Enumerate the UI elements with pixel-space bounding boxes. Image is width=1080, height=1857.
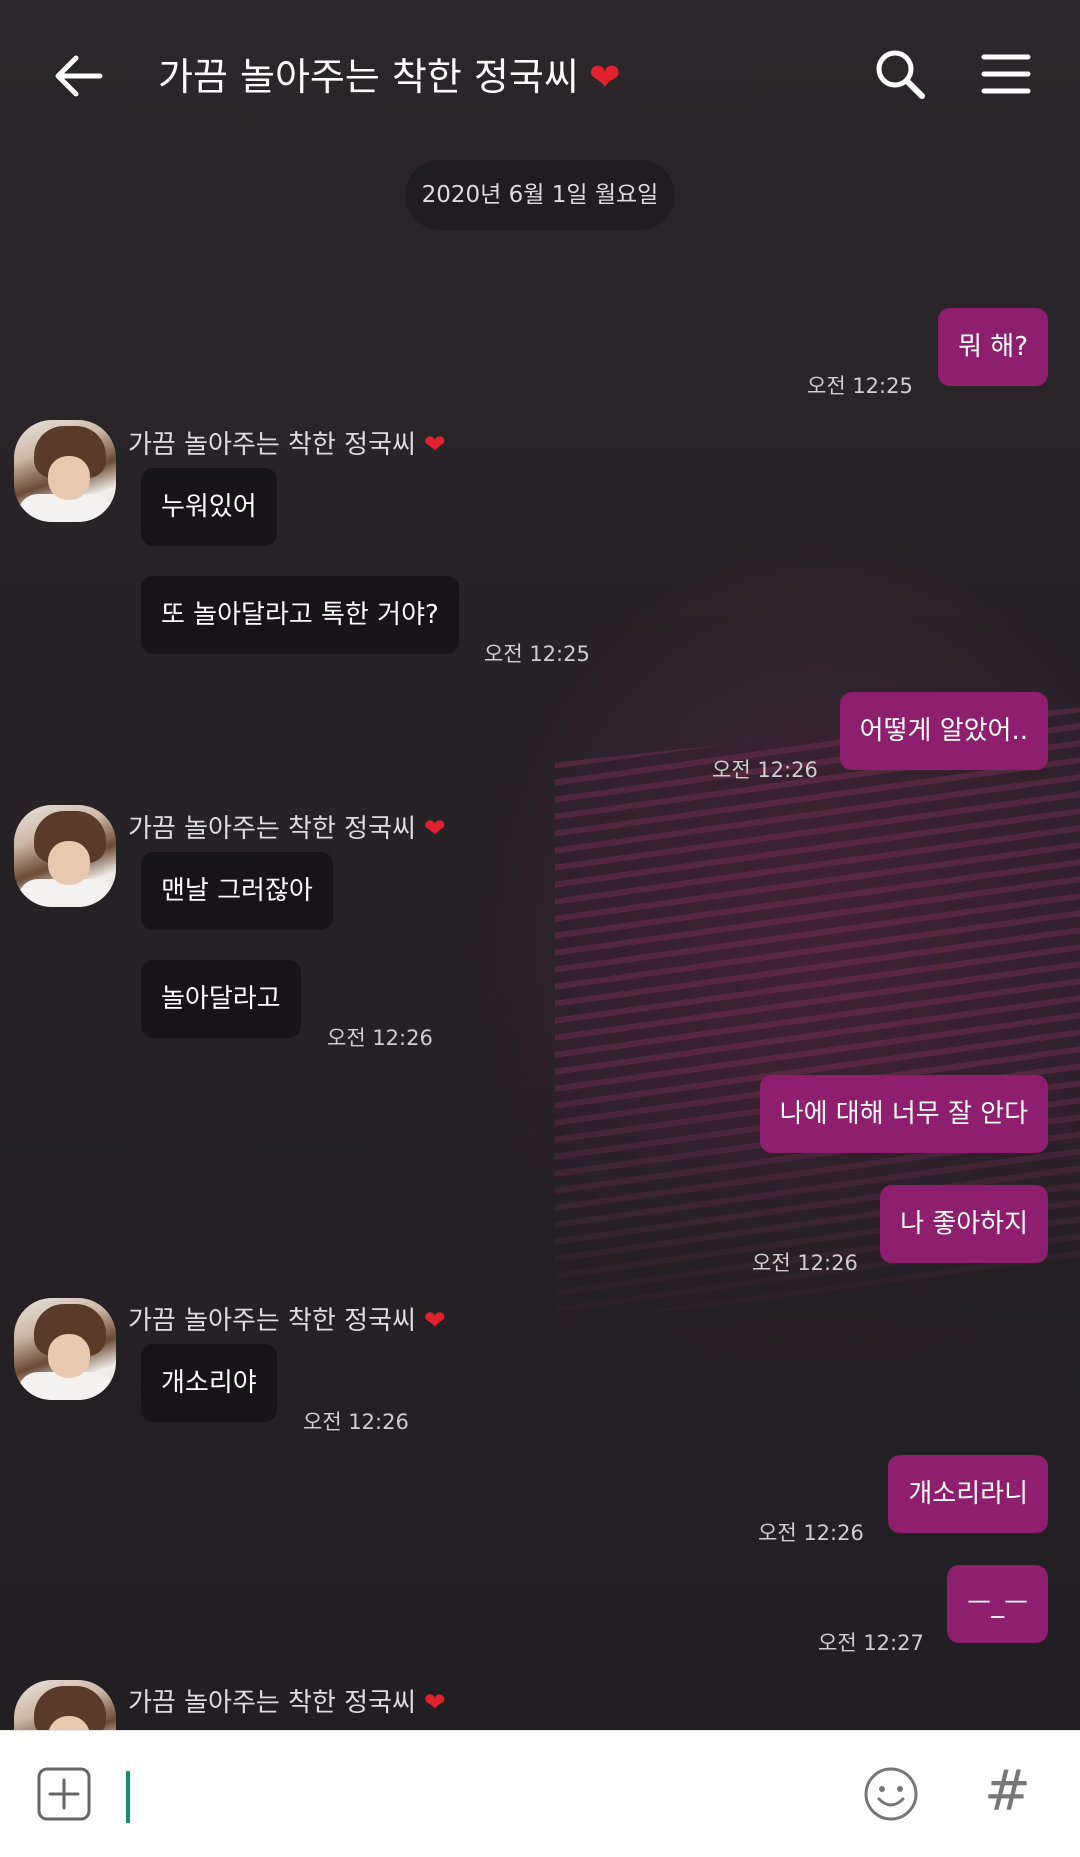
heart-icon: ❤: [423, 1306, 446, 1336]
chat-title: 가끔 놀아주는 착한 정국씨 ❤: [158, 46, 621, 101]
outgoing-message[interactable]: 개소리라니: [888, 1455, 1048, 1533]
sender-name: 가끔 놀아주는 착한 정국씨 ❤: [128, 808, 446, 845]
incoming-message[interactable]: 또 놀아달라고 톡한 거야?: [141, 576, 459, 654]
outgoing-message[interactable]: 뭐 해?: [938, 308, 1048, 386]
sender-name: 가끔 놀아주는 착한 정국씨 ❤: [128, 1682, 446, 1719]
message-time: 오전 12:25: [807, 374, 913, 398]
plus-icon[interactable]: [36, 1766, 92, 1822]
sender-name-text: 가끔 놀아주는 착한 정국씨: [128, 1688, 416, 1718]
message-time: 오전 12:26: [752, 1251, 858, 1275]
back-arrow-icon[interactable]: [48, 46, 108, 106]
heart-icon: ❤: [423, 430, 446, 460]
message-input-bar: #: [0, 1730, 1080, 1857]
heart-icon: ❤: [423, 814, 446, 844]
sender-name: 가끔 놀아주는 착한 정국씨 ❤: [128, 1300, 446, 1337]
incoming-message[interactable]: 누워있어: [141, 468, 277, 546]
chat-header: 가끔 놀아주는 착한 정국씨 ❤: [0, 0, 1080, 150]
message-time: 오전 12:26: [303, 1410, 409, 1434]
hashtag-icon[interactable]: #: [984, 1759, 1031, 1824]
message-time: 오전 12:25: [484, 642, 590, 666]
message-time: 오전 12:26: [712, 758, 818, 782]
sender-name-text: 가끔 놀아주는 착한 정국씨: [128, 814, 416, 844]
emoji-icon[interactable]: [862, 1765, 920, 1823]
sender-name: 가끔 놀아주는 착한 정국씨 ❤: [128, 424, 446, 461]
outgoing-message[interactable]: 어떻게 알았어..: [839, 692, 1048, 770]
incoming-message[interactable]: 놀아달라고: [141, 960, 301, 1038]
sender-name-text: 가끔 놀아주는 착한 정국씨: [128, 430, 416, 460]
chat-title-text: 가끔 놀아주는 착한 정국씨: [158, 55, 579, 99]
incoming-message[interactable]: 개소리야: [141, 1344, 277, 1422]
menu-icon[interactable]: [980, 52, 1032, 96]
message-time: 오전 12:26: [327, 1026, 433, 1050]
outgoing-message[interactable]: ㅡ_ㅡ: [947, 1565, 1048, 1643]
message-time: 오전 12:26: [758, 1521, 864, 1545]
incoming-message[interactable]: 맨날 그러잖아: [141, 852, 333, 930]
avatar[interactable]: [14, 805, 116, 907]
avatar[interactable]: [14, 1298, 116, 1400]
date-divider: 2020년 6월 1일 월요일: [405, 160, 675, 230]
avatar[interactable]: [14, 420, 116, 522]
outgoing-message[interactable]: 나에 대해 너무 잘 안다: [759, 1075, 1048, 1153]
message-input[interactable]: [126, 1771, 130, 1823]
sender-name-text: 가끔 놀아주는 착한 정국씨: [128, 1306, 416, 1336]
search-icon[interactable]: [872, 46, 928, 102]
message-time: 오전 12:27: [818, 1631, 924, 1655]
heart-icon: ❤: [423, 1688, 446, 1718]
outgoing-message[interactable]: 나 좋아하지: [880, 1185, 1048, 1263]
heart-icon: ❤: [588, 55, 621, 99]
